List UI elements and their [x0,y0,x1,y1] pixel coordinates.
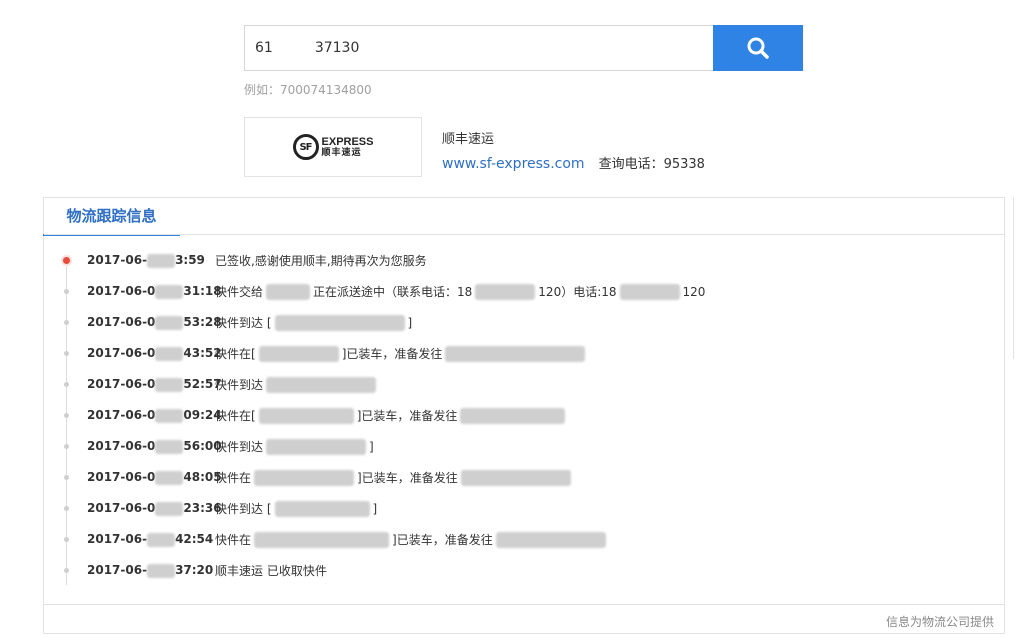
company-phone: 查询电话：95338 [598,157,705,172]
search-bar [244,25,803,71]
company-logo-card: SF EXPRESS 顺丰速运 [244,117,422,177]
redacted-block [155,346,184,361]
tracking-description: 快件在[]已装车，准备发往 [215,345,588,363]
redacted-block [254,532,390,549]
tracking-description: 快件到达 [] [215,315,413,332]
redacted-block [266,439,367,456]
tracking-row: 2017-06- 42:54 快件在]已装车，准备发往 [44,524,1004,555]
tracking-row: 2017-06-0 53:28 快件到达 [] [44,307,1004,338]
logo-text-en: EXPRESS [321,135,374,148]
status-dot-icon [64,351,69,356]
tracking-panel: 物流跟踪信息 2017-06- 3:59 已签收,感谢使用顺丰,期待再次为您服务 20… [43,197,1005,634]
tracking-time: 2017-06-0 31:18 [87,284,222,299]
redacted-block [155,470,184,485]
tracking-row: 2017-06-0 56:00 快件到达] [44,431,1004,462]
status-dot-icon [64,568,69,573]
redacted-block [445,346,586,363]
tracking-description: 已签收,感谢使用顺丰,期待再次为您服务 [215,254,427,268]
tracking-number-input[interactable] [244,25,713,71]
tracking-timeline: 2017-06- 3:59 已签收,感谢使用顺丰,期待再次为您服务 2017-06-0… [44,245,1004,586]
tracking-time: 2017-06-0 53:28 [87,315,222,330]
redacted-block [274,501,370,518]
company-website-link[interactable]: www.sf-express.com [442,156,585,172]
redacted-block [258,346,339,363]
status-dot-icon [64,475,69,480]
redacted-block [254,470,355,487]
tracking-row: 2017-06-0 09:24 快件在[]已装车，准备发往 [44,400,1004,431]
current-status-dot-icon [63,257,70,264]
sf-logo-mark: SF [292,134,319,160]
tracking-description: 快件在]已装车，准备发往 [215,531,609,549]
company-name: 顺丰速运 [442,132,495,147]
status-dot-icon [64,444,69,449]
tracking-row: 2017-06-0 23:36 快件到达 [] [44,493,1004,524]
tracking-time: 2017-06-0 56:00 [87,439,222,454]
redacted-block [155,501,184,516]
search-button[interactable] [713,25,803,71]
redacted-block [619,284,680,301]
redacted-block [155,377,184,392]
logo-text-cn: 顺丰速运 [321,147,362,158]
tracking-row: 2017-06-0 52:57 快件到达 [44,369,1004,400]
redacted-block [266,377,377,394]
panel-divider [44,234,1004,235]
company-info: 顺丰速运 www.sf-express.com 查询电话：95338 [442,128,705,172]
tracking-row: 2017-06-0 43:52 快件在[]已装车，准备发往 [44,338,1004,369]
input-example-hint: 例如：700074134800 [244,83,372,97]
footer-divider [44,604,1004,605]
tab-tracking-info[interactable]: 物流跟踪信息 [43,197,180,236]
search-icon [747,37,769,59]
tracking-description: 快件在[]已装车，准备发往 [215,407,568,425]
redacted-block [147,532,176,547]
status-dot-icon [64,413,69,418]
tracking-time: 2017-06- 37:20 [87,563,214,578]
redacted-block [258,408,354,425]
side-panel-edge [1013,197,1018,359]
tracking-time: 2017-06-0 48:05 [87,470,222,485]
tracking-description: 快件到达 [215,376,379,394]
redacted-block [155,408,184,423]
tracking-time: 2017-06-0 43:52 [87,346,222,361]
status-dot-icon [64,320,69,325]
tracking-row: 2017-06-0 48:05 快件在]已装车，准备发往 [44,462,1004,493]
redacted-block [155,439,184,454]
tracking-description: 快件在]已装车，准备发往 [215,469,574,487]
redacted-block [155,284,184,299]
tracking-description: 快件到达] [215,439,374,456]
redacted-block [147,253,176,268]
status-dot-icon [64,506,69,511]
tracking-description: 快件到达 [] [215,501,378,518]
tracking-description: 顺丰速运 已收取快件 [215,564,327,578]
tracking-time: 2017-06-0 52:57 [87,377,222,392]
tracking-time: 2017-06-0 09:24 [87,408,222,423]
status-dot-icon [64,537,69,542]
tracking-time: 2017-06-0 23:36 [87,501,222,516]
tracking-row: 2017-06- 3:59 已签收,感谢使用顺丰,期待再次为您服务 [44,245,1004,276]
redacted-block [475,284,536,301]
data-source-note: 信息为物流公司提供 [885,615,994,629]
redacted-block [460,408,566,425]
redacted-block [274,315,405,332]
status-dot-icon [64,382,69,387]
status-dot-icon [64,289,69,294]
redacted-block [155,315,184,330]
tracking-time: 2017-06- 42:54 [87,532,214,547]
redacted-block [495,532,606,549]
tracking-row: 2017-06-0 31:18 快件交给 正在派送途中（联系电话：18 120）电话:1… [44,276,1004,307]
redacted-block [460,470,571,487]
tracking-time: 2017-06- 3:59 [87,253,205,268]
redacted-block [147,563,176,578]
tracking-description: 快件交给 正在派送途中（联系电话：18 120）电话:18 120 [215,284,706,301]
redacted-block [266,284,311,301]
sf-logo: SF EXPRESS 顺丰速运 [292,134,374,160]
tracking-row: 2017-06- 37:20 顺丰速运 已收取快件 [44,555,1004,586]
